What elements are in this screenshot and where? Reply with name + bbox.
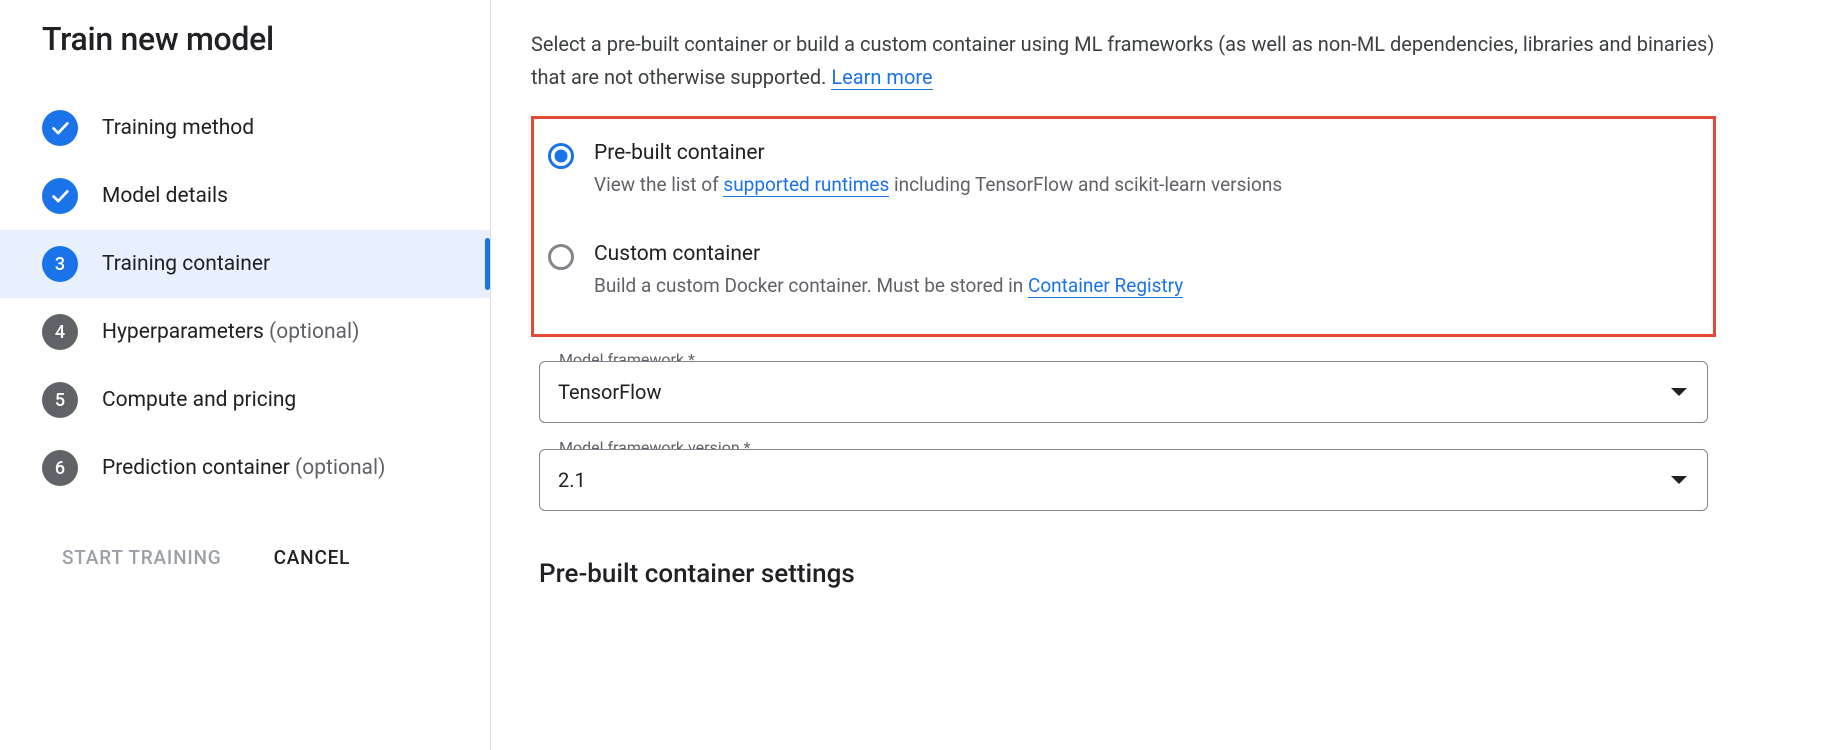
- step-training-container[interactable]: 3 Training container: [0, 230, 490, 298]
- step-label: Model details: [102, 184, 228, 208]
- description-text: Select a pre-built container or build a …: [531, 28, 1716, 94]
- radio-description: Build a custom Docker container. Must be…: [594, 272, 1183, 301]
- select-value: 2.1: [539, 449, 1708, 511]
- step-label: Prediction container (optional): [102, 456, 385, 480]
- section-title: Pre-built container settings: [539, 559, 1716, 589]
- sidebar-actions: START TRAINING CANCEL: [62, 546, 490, 569]
- radio-selected-icon: [548, 143, 574, 169]
- step-prediction-container[interactable]: 6 Prediction container (optional): [0, 434, 490, 502]
- main-content: Select a pre-built container or build a …: [491, 0, 1836, 750]
- step-training-method[interactable]: Training method: [0, 94, 490, 162]
- step-compute-pricing[interactable]: 5 Compute and pricing: [0, 366, 490, 434]
- step-label: Compute and pricing: [102, 388, 296, 412]
- chevron-down-icon: [1671, 476, 1687, 484]
- radio-custom-container[interactable]: Custom container Build a custom Docker c…: [546, 236, 1701, 307]
- start-training-button[interactable]: START TRAINING: [62, 546, 222, 569]
- step-number-icon: 6: [42, 450, 78, 486]
- radio-unselected-icon: [548, 244, 574, 270]
- step-list: Training method Model details 3 Training…: [0, 94, 490, 502]
- step-number-icon: 3: [42, 246, 78, 282]
- step-label: Hyperparameters (optional): [102, 320, 359, 344]
- step-hyperparameters[interactable]: 4 Hyperparameters (optional): [0, 298, 490, 366]
- check-icon: [42, 178, 78, 214]
- step-model-details[interactable]: Model details: [0, 162, 490, 230]
- radio-title: Pre-built container: [594, 141, 1282, 165]
- container-type-radio-group: Pre-built container View the list of sup…: [531, 116, 1716, 337]
- supported-runtimes-link[interactable]: supported runtimes: [723, 173, 889, 197]
- step-label: Training method: [102, 116, 254, 140]
- radio-title: Custom container: [594, 242, 1183, 266]
- cancel-button[interactable]: CANCEL: [274, 546, 351, 569]
- step-number-icon: 4: [42, 314, 78, 350]
- radio-prebuilt-container[interactable]: Pre-built container View the list of sup…: [546, 135, 1701, 206]
- step-number-icon: 5: [42, 382, 78, 418]
- radio-description: View the list of supported runtimes incl…: [594, 171, 1282, 200]
- sidebar: Train new model Training method Model de…: [0, 0, 490, 750]
- radio-body: Pre-built container View the list of sup…: [594, 141, 1282, 200]
- model-framework-select[interactable]: Model framework * TensorFlow: [539, 361, 1708, 423]
- radio-body: Custom container Build a custom Docker c…: [594, 242, 1183, 301]
- check-icon: [42, 110, 78, 146]
- step-label: Training container: [102, 252, 270, 276]
- select-value: TensorFlow: [539, 361, 1708, 423]
- model-framework-version-select[interactable]: Model framework version * 2.1: [539, 449, 1708, 511]
- page-title: Train new model: [42, 20, 490, 58]
- chevron-down-icon: [1671, 388, 1687, 396]
- learn-more-link[interactable]: Learn more: [831, 65, 932, 90]
- container-registry-link[interactable]: Container Registry: [1028, 274, 1183, 298]
